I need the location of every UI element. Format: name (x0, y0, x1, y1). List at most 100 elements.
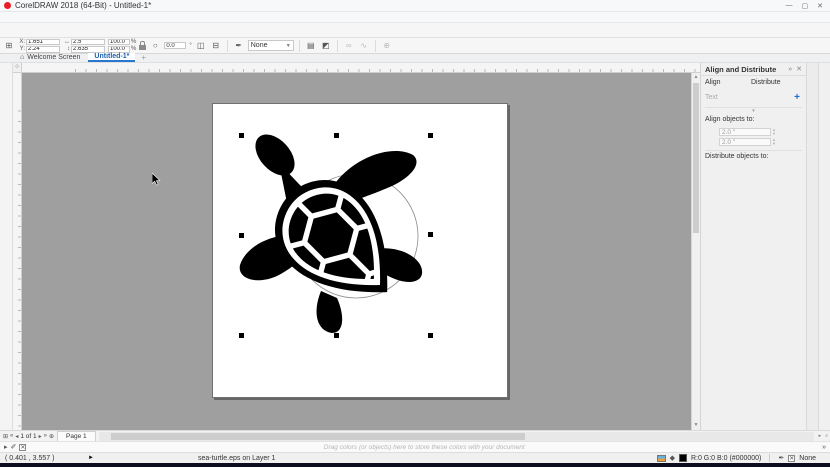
selection-handle-top-center[interactable] (334, 133, 339, 138)
offset-x-row: ▲▼ (719, 128, 802, 136)
spinner-icons[interactable]: ▲▼ (772, 128, 776, 136)
align-offset-y-field[interactable] (719, 138, 771, 146)
separator (769, 454, 770, 462)
drawing-canvas[interactable] (22, 73, 691, 430)
docker-collapse-divider[interactable]: ▾ (705, 107, 802, 114)
ruler-origin-button[interactable]: ⊹ (13, 63, 22, 73)
add-alignment-plus-button[interactable]: + (794, 92, 802, 103)
object-width-field[interactable] (71, 39, 105, 46)
horizontal-scrollbar[interactable] (99, 432, 814, 441)
cursor-tool-icon: ► (88, 455, 198, 461)
align-objects-to-label: Align objects to: (705, 116, 802, 123)
eyedropper-icon[interactable]: ✐ (11, 443, 17, 451)
mirror-horizontal-button[interactable]: ◫ (195, 40, 207, 52)
selection-handle-bottom-left[interactable] (239, 333, 244, 338)
outline-value: None (799, 455, 816, 462)
horizontal-scroll-thumb[interactable] (111, 433, 526, 440)
selected-object-info: sea-turtle.eps on Layer 1 (198, 455, 657, 462)
percent-label: % (131, 39, 136, 45)
fill-bucket-icon[interactable]: ◆ (670, 454, 675, 462)
horizontal-ruler[interactable]: ⊹ (13, 63, 700, 73)
close-button[interactable]: ✕ (817, 2, 823, 10)
wrap-text-button[interactable]: ▤ (305, 40, 317, 52)
docker-close-icon[interactable]: ✕ (792, 65, 802, 73)
cursor-coordinates: ( 0.401 , 3.557 ) (0, 455, 88, 462)
last-page-icon[interactable]: » (44, 433, 47, 439)
document-page[interactable] (212, 103, 508, 398)
add-page-icon[interactable]: ⊕ (49, 433, 54, 440)
vertical-scrollbar[interactable]: ▲ ▼ (691, 73, 700, 430)
corel-logo-icon (4, 2, 11, 9)
palette-more-icon[interactable]: » (822, 444, 826, 451)
docker-tab-strip (806, 63, 818, 430)
close-curve-button[interactable]: ∿ (358, 40, 370, 52)
standard-toolbar (0, 23, 830, 38)
join-curves-button[interactable]: ∞ (343, 40, 355, 52)
text-section-label: Text (705, 94, 718, 101)
document-palette-row: ▸ ✐ ✕ Drag colors (or objects) here to s… (0, 441, 830, 452)
page-sorter-icon[interactable]: ⊞ (3, 433, 8, 440)
scroll-down-icon[interactable]: ▼ (692, 421, 700, 430)
object-y-field[interactable] (26, 46, 60, 53)
selection-handle-top-left[interactable] (239, 133, 244, 138)
vertical-scroll-thumb[interactable] (693, 83, 699, 233)
spinner-icons[interactable]: ▲▼ (772, 138, 776, 146)
window-title: CorelDRAW 2018 (64-Bit) - Untitled-1* (15, 1, 151, 10)
page-navigation-bar: ⊞ « ◂ 1 of 1 ▸ » ⊕ Page 1 ▸ ⌕ (0, 430, 830, 441)
vertical-ruler[interactable] (13, 73, 22, 430)
mirror-vertical-button[interactable]: ⊟ (210, 40, 222, 52)
new-tab-button[interactable]: + (137, 53, 150, 62)
first-page-icon[interactable]: « (10, 433, 13, 439)
title-bar: CorelDRAW 2018 (64-Bit) - Untitled-1* — … (0, 0, 830, 12)
selection-handle-middle-left[interactable] (239, 233, 244, 238)
status-right: ◆ R:0 G:0 B:0 (#000000) ✒ ✕ None (657, 454, 830, 462)
customize-property-bar-button[interactable]: ⊕ (381, 40, 393, 52)
separator (227, 40, 228, 52)
rotation-angle-field[interactable] (164, 42, 186, 49)
object-height-field[interactable] (71, 46, 105, 53)
outline-none-swatch[interactable]: ✕ (788, 455, 795, 462)
outline-width-select[interactable]: None ▼ (248, 40, 294, 51)
image-thumbnail-icon (657, 455, 666, 462)
object-x-field[interactable] (26, 39, 60, 46)
separator (299, 40, 300, 52)
property-bar: ⊞ X: Y: ↔ ↕ % % ○ ° ◫ ⊟ ✒ None (0, 38, 830, 54)
selection-handle-bottom-right[interactable] (428, 333, 433, 338)
sea-turtle-artwork[interactable] (229, 121, 441, 341)
previous-page-icon[interactable]: ◂ (15, 433, 18, 440)
page-nav-controls: ⊞ « ◂ 1 of 1 ▸ » ⊕ (0, 433, 57, 440)
align-offset-x-field[interactable] (719, 128, 771, 136)
scale-y-field[interactable] (108, 46, 130, 53)
main-area: ⊹ (0, 63, 830, 430)
docker-float-icon[interactable]: » (784, 66, 792, 73)
selection-handle-bottom-center[interactable] (334, 333, 339, 338)
coreldraw-window: CorelDRAW 2018 (64-Bit) - Untitled-1* — … (0, 0, 830, 467)
outline-pen-icon[interactable]: ✒ (778, 454, 784, 462)
outline-width-value: None (251, 42, 268, 49)
align-distribute-docker: Align and Distribute » ✕ Align Distribut… (700, 63, 806, 430)
zoom-tool-icon[interactable]: ⌕ (823, 433, 830, 439)
page-1-tab[interactable]: Page 1 (57, 431, 96, 441)
fill-color-value: R:0 G:0 B:0 (#000000) (691, 455, 761, 462)
no-color-swatch[interactable]: ✕ (19, 444, 26, 451)
maximize-button[interactable]: ▢ (802, 2, 809, 10)
selection-handle-middle-right[interactable] (428, 232, 433, 237)
scroll-up-icon[interactable]: ▲ (692, 73, 700, 82)
separator (375, 40, 376, 52)
object-position-icon: ⊞ (3, 40, 15, 52)
tab-welcome-screen[interactable]: ⌂ Welcome Screen (14, 53, 86, 62)
docker-section-divider (705, 150, 802, 151)
menu-bar (0, 12, 830, 23)
convert-to-curves-button[interactable]: ◩ (320, 40, 332, 52)
scale-x-field[interactable] (108, 39, 130, 46)
next-page-icon[interactable]: ▸ (39, 433, 42, 440)
docker-body: Align Distribute Text + ▾ Align objects … (701, 76, 806, 166)
lock-ratio-icon[interactable] (139, 45, 146, 50)
height-icon: ↕ (63, 46, 70, 52)
selection-handle-top-right[interactable] (428, 133, 433, 138)
fill-color-swatch[interactable] (679, 454, 687, 462)
turtle-tail-flipper (317, 291, 343, 333)
minimize-button[interactable]: — (786, 2, 793, 10)
palette-flyout-icon[interactable]: ▸ (4, 443, 8, 451)
tab-untitled-1[interactable]: Untitled-1* (88, 53, 135, 62)
